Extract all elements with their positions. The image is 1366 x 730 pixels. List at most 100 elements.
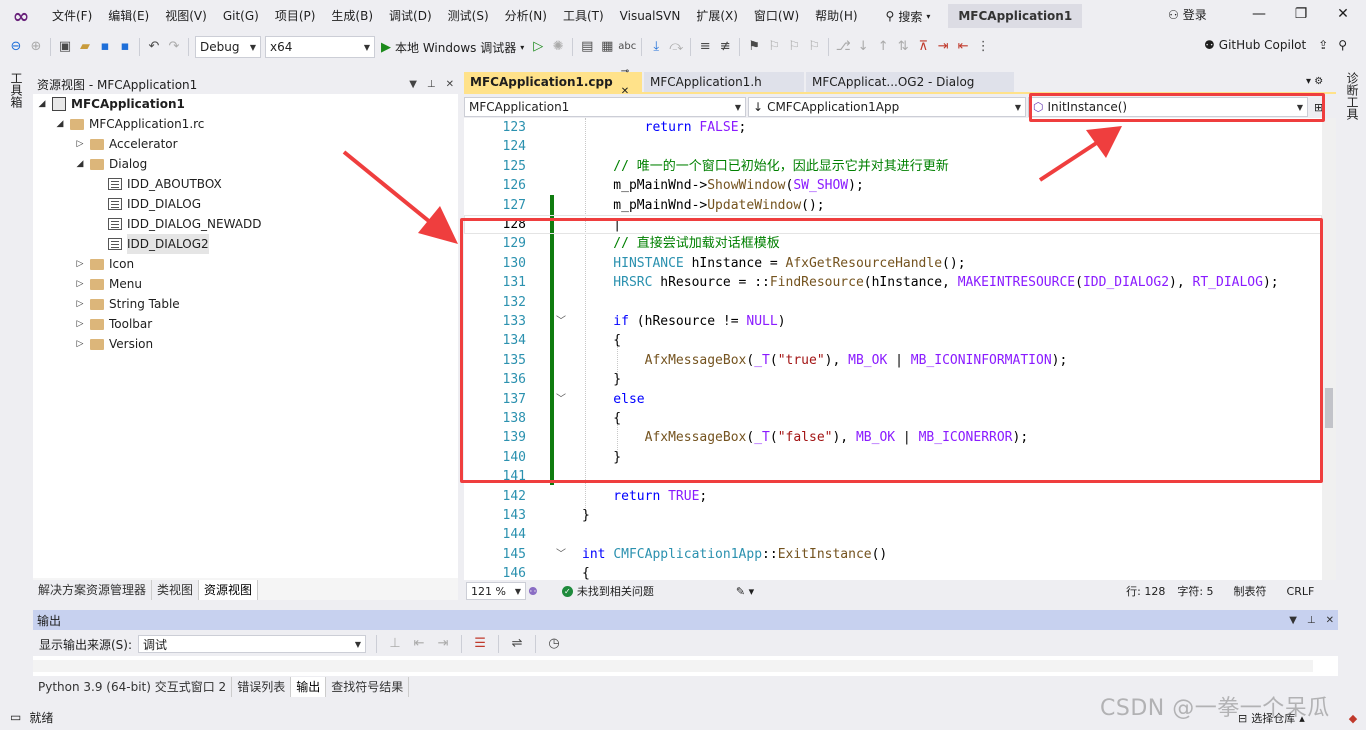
tree-item[interactable]: IDD_DIALOG [93, 194, 201, 214]
tabs-indicator[interactable]: 制表符 [1234, 583, 1267, 599]
editor-vertical-scrollbar[interactable] [1322, 118, 1336, 580]
dropdown-icon[interactable]: ▼ [1289, 615, 1297, 626]
maximize-button[interactable]: ❐ [1286, 6, 1316, 22]
zoom-select[interactable]: 121 % ▼ [466, 582, 526, 600]
start-debugging-button[interactable]: ▶ 本地 Windows 调试器 ▾ [377, 36, 528, 58]
tree-item[interactable]: ▷ Version [75, 334, 154, 354]
login-button[interactable]: ⚇ 登录 [1168, 6, 1207, 23]
copilot-status-icon[interactable]: ⚉ [528, 585, 538, 598]
outdent-icon[interactable]: ⇤ [953, 37, 973, 57]
more-icon[interactable]: ⋮ [973, 37, 993, 57]
tree-item[interactable]: ▷ Icon [75, 254, 135, 274]
clear-all-icon[interactable]: ☰ [470, 634, 490, 654]
output-text-area[interactable] [33, 656, 1338, 676]
save-all-icon[interactable]: ▪ [115, 37, 135, 57]
menu-item-6[interactable]: 调试(D) [381, 4, 440, 28]
find-message-icon[interactable]: ⊥ [385, 634, 405, 654]
expand-arrow-icon[interactable]: ▷ [75, 274, 85, 294]
tree-item[interactable]: ▷ Accelerator [75, 134, 178, 154]
breakpoint-icon[interactable]: ⊼ [913, 37, 933, 57]
search-button[interactable]: ⚲ 搜索 ▾ [880, 5, 937, 27]
document-tab-2[interactable]: MFCApplicat...OG2 - Dialog [806, 72, 1014, 92]
save-icon[interactable]: ▪ [95, 37, 115, 57]
prev-message-icon[interactable]: ⇤ [409, 634, 429, 654]
next-bookmark-icon[interactable]: ⚐ [784, 37, 804, 57]
menu-item-11[interactable]: 扩展(X) [688, 4, 746, 28]
menu-item-1[interactable]: 编辑(E) [100, 4, 157, 28]
menu-item-13[interactable]: 帮助(H) [807, 4, 865, 28]
scrollbar-thumb[interactable] [1325, 388, 1333, 428]
tab-list-icon[interactable]: ▾ ⚙ [1306, 76, 1323, 87]
expand-arrow-icon[interactable]: ◢ [55, 114, 65, 134]
project-scope-select[interactable]: MFCApplication1 ▼ [464, 97, 746, 117]
menu-item-2[interactable]: 视图(V) [157, 4, 215, 28]
window-layout-icon[interactable]: ▦ [597, 37, 617, 57]
back-icon[interactable]: ⊖ [6, 37, 26, 57]
comment-icon[interactable]: ≡ [695, 37, 715, 57]
git-icon[interactable]: ⎇ [833, 37, 853, 57]
next-message-icon[interactable]: ⇥ [433, 634, 453, 654]
output-source-select[interactable]: 调试 ▼ [138, 635, 367, 653]
push-icon[interactable]: ↑ [873, 37, 893, 57]
pin-icon[interactable]: ⊥ [1307, 615, 1316, 626]
close-button[interactable]: ✕ [1328, 6, 1358, 22]
menu-item-3[interactable]: Git(G) [215, 4, 267, 28]
clock-icon[interactable]: ◷ [544, 634, 564, 654]
feedback-icon[interactable]: ⚲ [1338, 38, 1347, 52]
menu-item-0[interactable]: 文件(F) [44, 4, 100, 28]
notification-icon[interactable]: ◆ [1349, 712, 1357, 725]
tree-item[interactable]: ▷ String Table [75, 294, 180, 314]
configuration-select[interactable]: Debug ▼ [195, 36, 261, 58]
menu-item-5[interactable]: 生成(B) [323, 4, 381, 28]
expand-arrow-icon[interactable]: ▷ [75, 294, 85, 314]
step-into-icon[interactable]: ⤓ [646, 37, 666, 57]
uncomment-icon[interactable]: ≢ [715, 37, 735, 57]
solution-explorer-icon[interactable]: ▤ [577, 37, 597, 57]
tree-item[interactable]: IDD_DIALOG2 [93, 234, 209, 254]
tree-item[interactable]: ◢ MFCApplication1.rc [55, 114, 205, 134]
bottom-tab-2[interactable]: 输出 [291, 677, 327, 697]
platform-select[interactable]: x64 ▼ [265, 36, 375, 58]
sync-icon[interactable]: ⇅ [893, 37, 913, 57]
expand-arrow-icon[interactable]: ◢ [75, 154, 85, 174]
menu-item-8[interactable]: 分析(N) [497, 4, 555, 28]
menu-item-12[interactable]: 窗口(W) [746, 4, 807, 28]
bottom-tab-0[interactable]: Python 3.9 (64-bit) 交互式窗口 2 [33, 677, 233, 697]
tree-item[interactable]: ◢ MFCApplication1 [37, 94, 185, 114]
start-without-debugging-icon[interactable]: ▷ [528, 37, 548, 57]
indent-icon[interactable]: ⇥ [933, 37, 953, 57]
hot-reload-icon[interactable]: ✺ [548, 37, 568, 57]
bottom-tab-1[interactable]: 错误列表 [232, 677, 292, 697]
tree-item[interactable]: IDD_DIALOG_NEWADD [93, 214, 261, 234]
eol-indicator[interactable]: CRLF [1287, 585, 1315, 598]
open-folder-icon[interactable]: ▰ [75, 37, 95, 57]
forward-icon[interactable]: ⊕ [26, 37, 46, 57]
document-tab-1[interactable]: MFCApplication1.h [644, 72, 804, 92]
code-cleanup-icon[interactable]: ✎ ▾ [736, 585, 754, 598]
tree-item[interactable]: ▷ Menu [75, 274, 142, 294]
diagnostic-tools-tab[interactable]: 诊断工具 [1344, 72, 1361, 120]
issues-indicator[interactable]: ✓ 未找到相关问题 [561, 583, 654, 599]
redo-icon[interactable]: ↷ [164, 37, 184, 57]
menu-item-7[interactable]: 测试(S) [440, 4, 497, 28]
step-over-icon[interactable]: ⤼ [666, 37, 686, 57]
document-tab-0[interactable]: MFCApplication1.cpp ⊸ ✕ [464, 66, 642, 97]
new-project-icon[interactable]: ▣ [55, 37, 75, 57]
prev-bookmark-icon[interactable]: ⚐ [764, 37, 784, 57]
expand-arrow-icon[interactable]: ▷ [75, 254, 85, 274]
expand-arrow-icon[interactable]: ▷ [75, 314, 85, 334]
clear-bookmarks-icon[interactable]: ⚐ [804, 37, 824, 57]
class-scope-select[interactable]: ↓ CMFCApplication1App ▼ [748, 97, 1026, 117]
tree-item[interactable]: IDD_ABOUTBOX [93, 174, 222, 194]
tree-item[interactable]: ◢ Dialog [75, 154, 148, 174]
tree-item[interactable]: ▷ Toolbar [75, 314, 153, 334]
bottom-tab-3[interactable]: 查找符号结果 [326, 677, 410, 697]
expand-arrow-icon[interactable]: ▷ [75, 334, 85, 354]
menu-item-10[interactable]: VisualSVN [612, 4, 689, 28]
menu-item-4[interactable]: 项目(P) [267, 4, 324, 28]
minimize-button[interactable]: — [1244, 6, 1274, 22]
close-icon[interactable]: ✕ [1326, 615, 1334, 626]
panel-tab-1[interactable]: 类视图 [152, 580, 200, 600]
output-horizontal-scrollbar[interactable] [33, 660, 1313, 672]
share-icon[interactable]: ⇪ [1318, 38, 1328, 52]
